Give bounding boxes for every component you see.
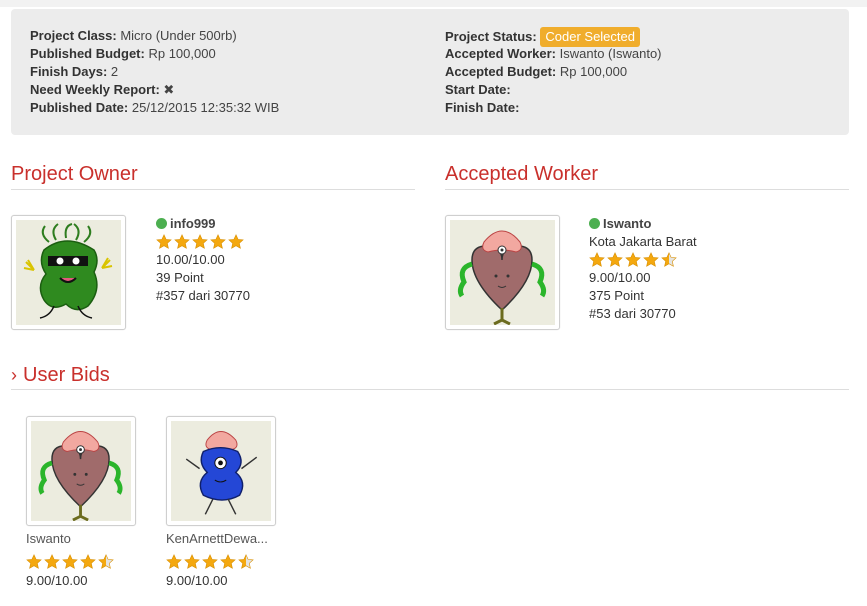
finish-days-value: 2	[110, 64, 119, 79]
owner-rating-stars	[156, 233, 250, 251]
owner-rank: #357 dari 30770	[156, 288, 250, 303]
bid-name-1[interactable]: Iswanto	[26, 531, 71, 546]
online-status-icon	[156, 218, 167, 229]
user-bids-toggle[interactable]: › User Bids	[11, 363, 110, 387]
accepted-worker-heading: Accepted Worker	[445, 163, 599, 185]
bid-stars-2	[166, 554, 256, 570]
owner-name-line: info999	[156, 215, 250, 233]
published-budget-row: Published Budget: Rp 100,000	[30, 45, 279, 63]
user-bids-heading: User Bids	[23, 364, 110, 386]
worker-rating-stars	[589, 251, 697, 269]
published-budget-value: Rp 100,000	[148, 46, 216, 61]
bid-rating-1: 9.00/10.00	[26, 573, 88, 588]
star-icon	[156, 234, 172, 249]
star-icon	[625, 252, 641, 267]
bid-name-2[interactable]: KenArnettDewa...	[166, 531, 268, 546]
bid-avatar-1[interactable]	[26, 416, 136, 526]
star-icon	[80, 554, 96, 569]
online-status-icon	[589, 218, 600, 229]
project-info-right: Project Status: Coder Selected Accepted …	[445, 27, 662, 117]
star-icon	[192, 234, 208, 249]
accepted-budget-label: Accepted Budget:	[445, 64, 557, 79]
owner-username-link[interactable]: info999	[170, 216, 216, 231]
weekly-report-label: Need Weekly Report:	[30, 82, 160, 97]
accepted-worker-divider	[445, 189, 849, 190]
worker-username-link[interactable]: Iswanto	[603, 216, 651, 231]
star-icon	[589, 252, 605, 267]
worker-name-line: Iswanto	[589, 215, 697, 233]
project-owner-divider	[11, 189, 415, 190]
project-class-label: Project Class:	[30, 28, 117, 43]
star-icon	[98, 554, 114, 569]
project-owner-heading: Project Owner	[11, 163, 138, 185]
owner-points: 39 Point	[156, 270, 204, 285]
start-date-label: Start Date:	[445, 82, 511, 97]
star-icon	[643, 252, 659, 267]
brain-heart-avatar-icon	[450, 220, 555, 325]
project-class-row: Project Class: Micro (Under 500rb)	[30, 27, 279, 45]
accepted-budget-value: Rp 100,000	[559, 64, 628, 79]
finish-days-label: Finish Days:	[30, 64, 108, 79]
star-icon	[210, 234, 226, 249]
star-icon	[62, 554, 78, 569]
worker-location: Kota Jakarta Barat	[589, 234, 697, 249]
worker-profile: Iswanto Kota Jakarta Barat 9.00/10.00 37…	[589, 215, 697, 323]
finish-date-row: Finish Date:	[445, 99, 662, 117]
published-budget-label: Published Budget:	[30, 46, 145, 61]
star-icon	[202, 554, 218, 569]
status-badge: Coder Selected	[540, 27, 640, 47]
star-icon	[174, 234, 190, 249]
star-icon	[607, 252, 623, 267]
worker-rating: 9.00/10.00	[589, 270, 651, 285]
accepted-worker-row: Accepted Worker: Iswanto (Iswanto)	[445, 45, 662, 63]
project-info-left: Project Class: Micro (Under 500rb) Publi…	[30, 27, 279, 117]
project-status-label: Project Status:	[445, 29, 537, 44]
bid-stars-1	[26, 554, 116, 570]
accepted-worker-value: Iswanto (Iswanto)	[559, 46, 662, 61]
worker-rank: #53 dari 30770	[589, 306, 676, 321]
top-divider	[0, 0, 867, 7]
accepted-worker-label: Accepted Worker:	[445, 46, 557, 61]
bid-avatar-2[interactable]	[166, 416, 276, 526]
project-class-value: Micro (Under 500rb)	[120, 28, 237, 43]
star-icon	[166, 554, 182, 569]
worker-avatar[interactable]	[445, 215, 560, 330]
star-icon	[26, 554, 42, 569]
published-date-label: Published Date:	[30, 100, 129, 115]
weekly-report-row: Need Weekly Report: ✖	[30, 81, 279, 99]
bid-rating-2: 9.00/10.00	[166, 573, 228, 588]
owner-avatar[interactable]	[11, 215, 126, 330]
finish-date-label: Finish Date:	[445, 100, 520, 115]
project-info-panel: Project Class: Micro (Under 500rb) Publi…	[11, 9, 849, 135]
green-monster-avatar-icon	[16, 220, 121, 325]
star-icon	[44, 554, 60, 569]
star-icon	[184, 554, 200, 569]
star-icon	[238, 554, 254, 569]
owner-profile: info999 10.00/10.00 39 Point #357 dari 3…	[156, 215, 250, 305]
start-date-row: Start Date:	[445, 81, 662, 99]
finish-days-row: Finish Days: 2	[30, 63, 279, 81]
weekly-report-no-icon: ✖	[163, 82, 175, 97]
worker-points: 375 Point	[589, 288, 644, 303]
project-status-row: Project Status: Coder Selected	[445, 27, 662, 47]
user-bids-divider	[11, 389, 849, 390]
star-icon	[220, 554, 236, 569]
brain-heart-avatar-icon	[31, 421, 131, 521]
owner-rating: 10.00/10.00	[156, 252, 225, 267]
published-date-value: 25/12/2015 12:35:32 WIB	[131, 100, 280, 115]
chevron-right-icon: ›	[11, 365, 17, 385]
blue-monster-avatar-icon	[171, 421, 271, 521]
star-icon	[661, 252, 677, 267]
star-icon	[228, 234, 244, 249]
accepted-budget-row: Accepted Budget: Rp 100,000	[445, 63, 662, 81]
published-date-row: Published Date: 25/12/2015 12:35:32 WIB	[30, 99, 279, 117]
